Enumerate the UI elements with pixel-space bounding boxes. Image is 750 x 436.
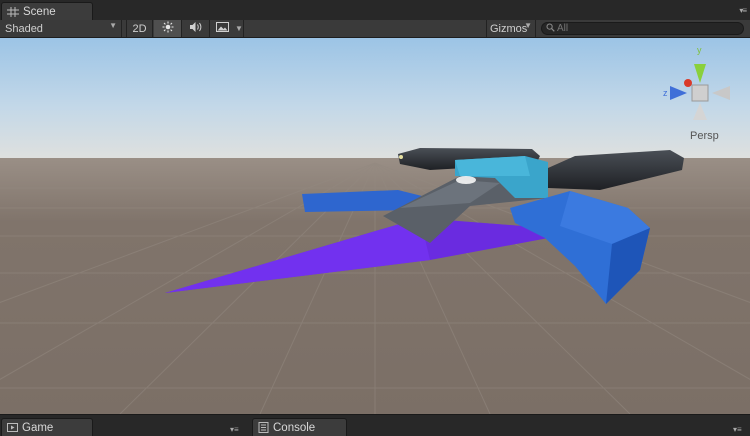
scene-viewport[interactable]: y z Persp: [0, 38, 750, 414]
gizmos-dropdown[interactable]: Gizmos ▼: [486, 20, 536, 37]
game-icon: [7, 422, 18, 433]
gizmo-z-axis-label: z: [663, 88, 668, 98]
scene-lighting-button[interactable]: [154, 20, 182, 37]
gizmo-y-axis-label: y: [697, 45, 702, 55]
projection-label[interactable]: Persp: [690, 130, 719, 142]
game-tab-menu-icon[interactable]: ▾≡: [230, 425, 239, 434]
bottom-tab-bar: Game ▾≡ Console ▾≡: [0, 414, 750, 436]
shading-mode-label: Shaded: [5, 22, 43, 35]
tab-console[interactable]: Console: [252, 418, 347, 436]
console-tab-menu-icon[interactable]: ▾≡: [733, 425, 742, 434]
sun-icon: [162, 21, 174, 36]
chevron-down-icon: ▼: [109, 21, 117, 30]
chevron-down-icon: ▼: [235, 24, 243, 33]
console-icon: [258, 422, 269, 433]
scene-render: y z: [0, 38, 750, 414]
sky: [0, 38, 750, 163]
tab-menu-icon[interactable]: ▾≡: [739, 6, 747, 15]
chevron-down-icon: ▼: [524, 21, 532, 30]
image-effects-icon: [216, 22, 229, 35]
search-icon: [546, 23, 555, 35]
2d-mode-button[interactable]: 2D: [126, 20, 153, 37]
speaker-icon: [189, 21, 203, 36]
scene-search-field[interactable]: [541, 22, 744, 35]
tab-console-label: Console: [273, 421, 316, 434]
scene-toolbar: Shaded ▼ 2D ▼ Gizmos ▼: [0, 20, 750, 38]
tab-game[interactable]: Game: [1, 418, 93, 436]
image-effects-button[interactable]: ▼: [210, 20, 244, 37]
tab-scene[interactable]: Scene: [1, 2, 93, 20]
search-input[interactable]: [555, 23, 737, 34]
scene-grid-icon: [7, 6, 19, 17]
shading-mode-dropdown[interactable]: Shaded ▼: [0, 20, 122, 37]
tab-game-label: Game: [22, 421, 54, 434]
tab-scene-label: Scene: [23, 5, 56, 18]
scene-audio-button[interactable]: [182, 20, 210, 37]
2d-mode-label: 2D: [132, 22, 147, 35]
scene-tab-bar: Scene ▾≡: [0, 0, 750, 20]
gizmos-label: Gizmos: [490, 22, 528, 35]
